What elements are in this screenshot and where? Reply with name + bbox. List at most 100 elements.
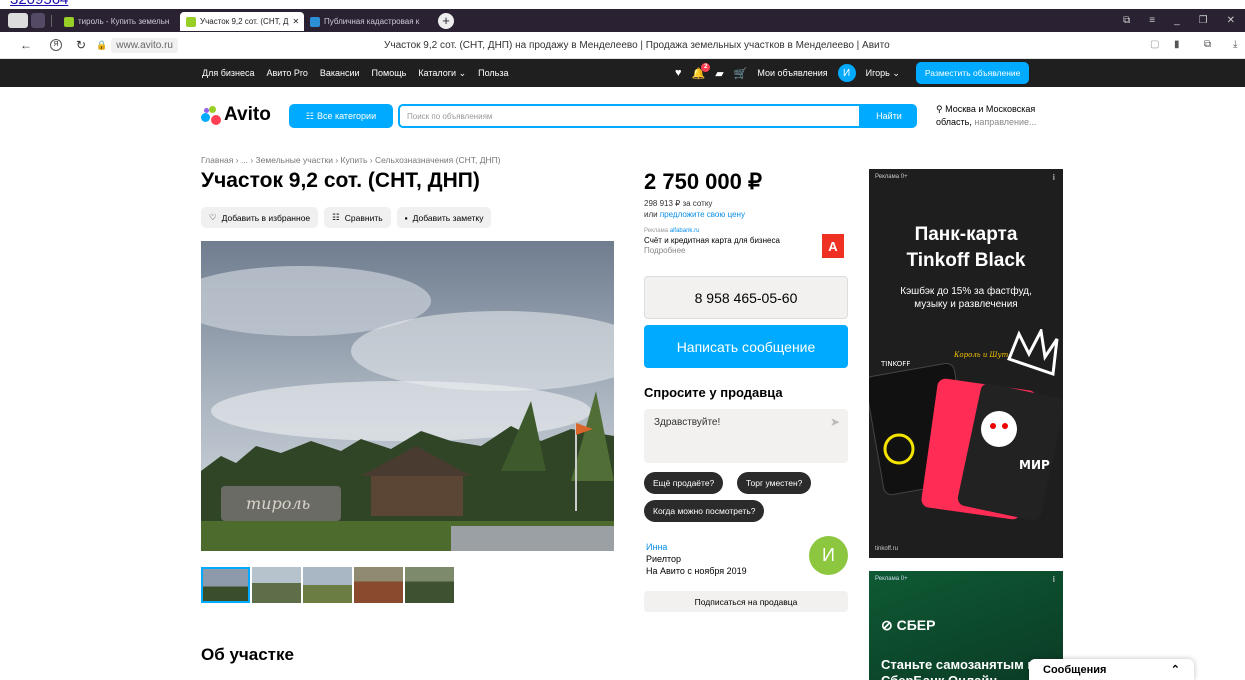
thumbnail[interactable]: [303, 567, 352, 603]
bookmark-icon[interactable]: ▮: [1174, 39, 1180, 50]
tabs-dropdown-icon[interactable]: [31, 13, 45, 28]
sber-brand-text: СБЕР: [896, 617, 936, 633]
post-ad-button[interactable]: Разместить объявление: [915, 62, 1030, 84]
notifications-bell-icon[interactable]: 🔔 2: [692, 62, 711, 80]
browser-tab-bar: тироль - Купить земельн Участок 9,2 сот.…: [0, 9, 1245, 32]
quick-question-still-selling[interactable]: Ещё продаёте?: [644, 472, 724, 494]
messages-icon[interactable]: ▰: [715, 67, 723, 80]
tab-listing[interactable]: Участок 9,2 сот. (СНТ, Д ✕: [180, 12, 304, 31]
menu-icon[interactable]: ≡: [1149, 15, 1155, 26]
search-input[interactable]: Поиск по объявлениям: [398, 104, 861, 128]
tab-tyrol[interactable]: тироль - Купить земельн: [58, 12, 180, 31]
price: 2 750 000 ₽: [644, 169, 762, 194]
breadcrumb[interactable]: Главная › ... › Земельные участки › Купи…: [201, 155, 501, 165]
thumbnail[interactable]: [354, 567, 403, 603]
thumbnail[interactable]: [252, 567, 301, 603]
action-label: Добавить заметку: [412, 212, 484, 223]
avito-logo[interactable]: Avito: [201, 104, 271, 126]
ad-more-link[interactable]: Подробнее: [644, 246, 848, 256]
logo-text: Avito: [224, 104, 271, 125]
back-arrow-icon[interactable]: ←: [20, 38, 32, 52]
sber-logo: ⊘ СБЕР: [881, 617, 935, 634]
user-menu[interactable]: Игорь ⌄: [866, 68, 900, 79]
banner-subtitle-line-1: Кэшбэк до 15% за фастфуд,: [900, 286, 1032, 297]
banner-subtitle-line-2: музыку и развлечения: [914, 299, 1018, 310]
nav-avito-pro[interactable]: Авито Pro: [267, 68, 308, 78]
user-avatar[interactable]: И: [837, 64, 856, 82]
banner-info-icon[interactable]: ⅰ: [1053, 173, 1055, 182]
tab-cadastral-map[interactable]: Публичная кадастровая к: [304, 12, 432, 31]
banner-title-line-1: Панк-карта: [914, 224, 1018, 245]
svg-text:тироль: тироль: [246, 494, 310, 513]
compare-icon: ☷: [332, 212, 340, 222]
avito-favicon-icon: [64, 16, 74, 27]
listing-actions: ♡ Добавить в избранное ☷ Сравнить ▪ Добавит…: [201, 207, 492, 228]
write-message-button[interactable]: Написать сообщение: [644, 325, 848, 368]
add-note-button[interactable]: ▪ Добавить заметку: [396, 207, 492, 228]
all-categories-button[interactable]: ☷ Все категории: [289, 104, 393, 128]
cart-icon[interactable]: 🛒: [734, 67, 748, 80]
heart-outline-icon: ♡: [209, 212, 217, 222]
seller-name[interactable]: Инна: [646, 541, 747, 553]
yandex-icon[interactable]: Я: [50, 39, 62, 51]
seller-info: Инна Риелтор На Авито с ноября 2019: [646, 541, 747, 577]
banner-ad-label: Реклама 0+: [875, 576, 908, 582]
my-ads-link[interactable]: Мои объявления: [757, 68, 827, 78]
nav-vacancies[interactable]: Вакансии: [320, 68, 360, 78]
compare-button[interactable]: ☷ Сравнить: [324, 207, 391, 228]
messages-panel[interactable]: Сообщения ⌃: [1029, 659, 1194, 680]
nav-for-business[interactable]: Для бизнеса: [202, 68, 255, 78]
quick-question-bargain[interactable]: Торг уместен?: [737, 472, 812, 494]
ask-seller-input[interactable]: Здравствуйте! ➤: [644, 409, 848, 463]
quick-question-when-view[interactable]: Когда можно посмотреть?: [644, 500, 765, 522]
phone-button[interactable]: 8 958 465-05-60: [644, 276, 848, 319]
close-tab-icon[interactable]: ✕: [292, 17, 299, 26]
landscape-photo: тироль: [201, 241, 614, 551]
card-brand-label: TINKOFF: [880, 360, 910, 368]
seller-avatar[interactable]: И: [809, 536, 848, 575]
restore-icon[interactable]: ❐: [1199, 15, 1208, 26]
categories-icon: ☷: [305, 110, 314, 121]
nav-help[interactable]: Помощь: [372, 68, 407, 78]
reload-icon[interactable]: ↻: [76, 38, 86, 52]
banner-title: Панк-карта Tinkoff Black: [869, 222, 1063, 274]
sber-check-icon: ⊘: [881, 617, 893, 633]
offer-prefix: или: [644, 210, 658, 219]
snapshot-icon[interactable]: ⧉: [1123, 15, 1130, 26]
alfa-ad[interactable]: Реклама alfabank.ru Счёт и кредитная кар…: [644, 226, 848, 256]
url-field[interactable]: www.avito.ru: [111, 37, 178, 53]
thumbnail[interactable]: [201, 567, 250, 603]
new-tab-button[interactable]: +: [438, 12, 454, 29]
ad-label: Реклама: [644, 228, 669, 234]
reader-icon[interactable]: ▢: [1150, 39, 1159, 50]
user-name: Игорь: [865, 67, 890, 78]
favorites-heart-icon[interactable]: ♥: [675, 67, 682, 79]
banner-info-icon[interactable]: ⅰ: [1053, 575, 1055, 584]
send-icon[interactable]: ➤: [830, 415, 840, 429]
subscribe-seller-button[interactable]: Подписаться на продавца: [644, 591, 848, 612]
main-photo[interactable]: тироль: [201, 241, 614, 551]
action-label: Сравнить: [344, 212, 383, 223]
categories-label: Все категории: [316, 111, 377, 121]
nav-benefit[interactable]: Польза: [478, 68, 508, 78]
browser-menu-icon[interactable]: [8, 13, 28, 28]
section-title-about: Об участке: [201, 645, 294, 664]
minimize-icon[interactable]: _: [1174, 15, 1180, 26]
location-pin-icon: ⚲: [936, 104, 943, 114]
extensions-icon[interactable]: ⧉: [1204, 39, 1211, 50]
tinkoff-banner[interactable]: Реклама 0+ ⅰ Панк-карта Tinkoff Black Кэ…: [869, 169, 1063, 558]
thumbnail[interactable]: [405, 567, 454, 603]
notifications-count: 2: [701, 62, 711, 72]
page-link[interactable]: 3209564: [10, 0, 68, 8]
location-selector[interactable]: ⚲ Москва и Московская область, направлен…: [936, 103, 1066, 129]
price-details: 298 913 ₽ за сотку или предложите свою ц…: [644, 198, 745, 220]
close-window-icon[interactable]: ✕: [1227, 15, 1235, 26]
offer-price-link[interactable]: предложите свою цену: [660, 210, 745, 219]
download-icon[interactable]: ⤓: [1233, 39, 1237, 50]
add-to-favorites-button[interactable]: ♡ Добавить в избранное: [201, 207, 319, 228]
nav-catalogs[interactable]: Каталоги ⌄: [418, 68, 466, 79]
search-button[interactable]: Найти: [861, 104, 917, 128]
seller-role: Риелтор: [646, 554, 682, 564]
note-icon: ▪: [404, 212, 408, 223]
chevron-up-icon[interactable]: ⌃: [1171, 663, 1180, 676]
